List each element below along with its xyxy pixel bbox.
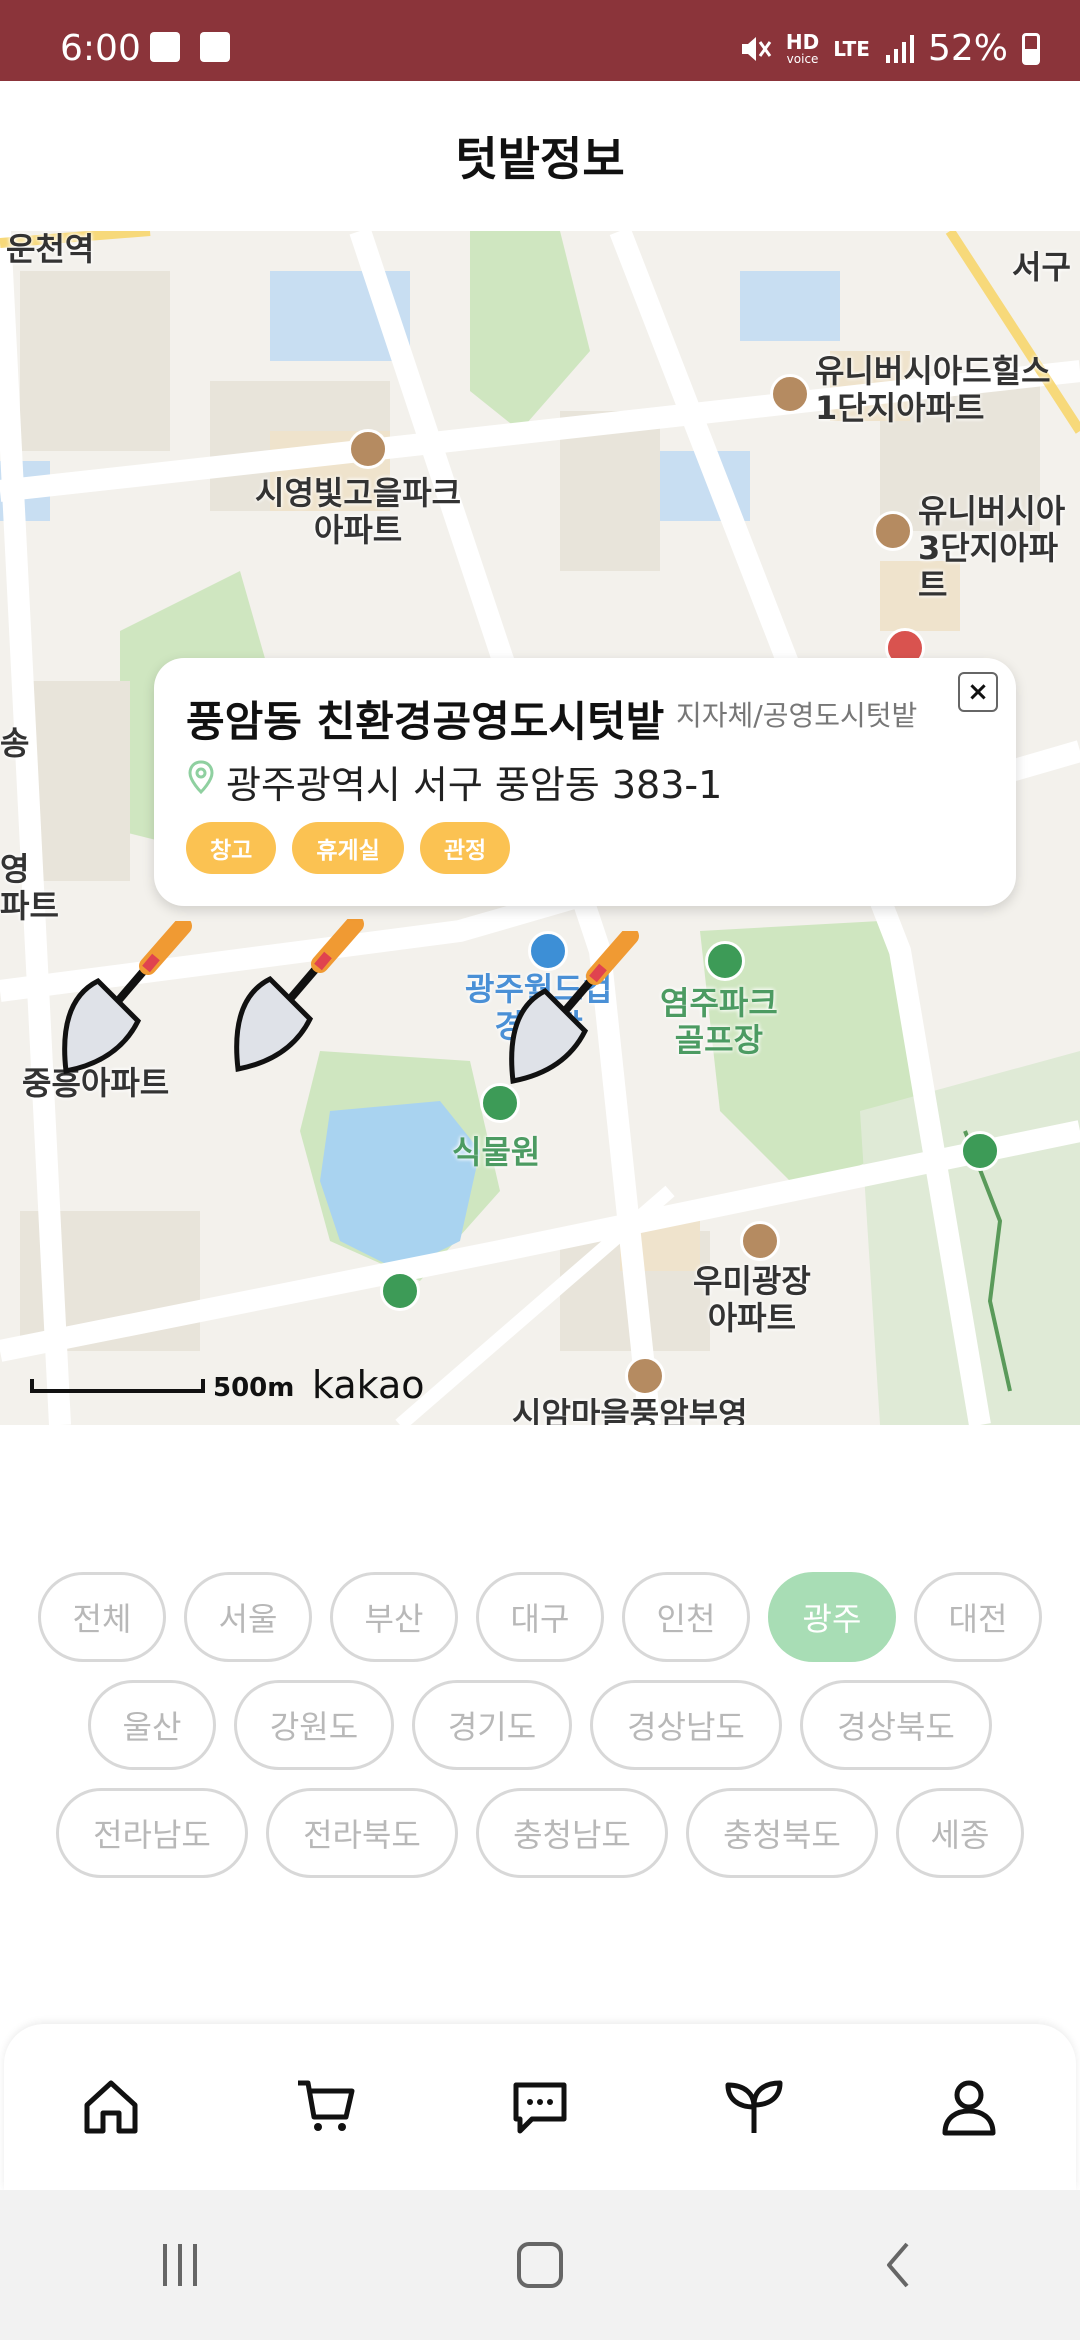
region-chip-gyeongnam[interactable]: 경상남도 [590, 1680, 782, 1770]
garden-name: 풍암동 친환경공영도시텃밭 [186, 697, 665, 746]
battery-icon [1022, 32, 1040, 65]
sprout-icon [725, 2080, 783, 2133]
region-filter: 전체 서울 부산 대구 인천 광주 대전 울산 강원도 경기도 경상남도 경상북… [0, 1572, 1080, 1896]
gallery-notification-icon [150, 32, 180, 62]
nav-profile[interactable] [929, 2067, 1009, 2147]
signal-icon [885, 34, 914, 63]
region-chip-jeonbuk[interactable]: 전라북도 [266, 1788, 458, 1878]
garden-category: 지자체/공영도시텃밭 [676, 699, 918, 732]
back-button[interactable] [870, 2235, 930, 2295]
map-label-botanical: 식물원 [452, 1133, 541, 1171]
map-label-apartment: 유니버시아드힐스 1단지아파트 [815, 352, 1051, 427]
apartment-poi-icon[interactable] [770, 374, 810, 414]
garden-info-popup[interactable]: 풍암동 친환경공영도시텃밭 지자체/공영도시텃밭 × 광주광역시 서구 풍암동 … [154, 658, 1016, 906]
back-chevron-icon [887, 2242, 909, 2288]
map-label-station: 운천역 [6, 231, 95, 268]
facility-tag: 관정 [419, 822, 511, 874]
home-square-icon [517, 2242, 563, 2288]
map-label-bottom: 시암마을풍암부영 [512, 1395, 748, 1425]
mute-icon [741, 36, 772, 61]
region-row: 전체 서울 부산 대구 인천 광주 대전 [0, 1572, 1080, 1662]
garden-marker-trowel-icon[interactable] [505, 931, 645, 1091]
region-chip-gyeonggi[interactable]: 경기도 [412, 1680, 572, 1770]
chat-icon [513, 2082, 567, 2134]
garden-marker-trowel-icon[interactable] [58, 921, 198, 1081]
check-notification-icon [200, 32, 230, 62]
facility-tag: 휴게실 [292, 822, 404, 874]
region-chip-incheon[interactable]: 인천 [622, 1572, 750, 1662]
region-chip-chungbuk[interactable]: 충청북도 [686, 1788, 878, 1878]
nav-chat[interactable] [500, 2067, 580, 2147]
garden-marker-trowel-icon[interactable] [230, 919, 370, 1079]
lte-label: LTE [833, 36, 870, 61]
map-label-apartment: 시영빛고을파크 아파트 [255, 474, 462, 549]
region-chip-ulsan[interactable]: 울산 [88, 1680, 216, 1770]
app-header: 텃밭정보 [0, 81, 1080, 231]
map-label-top-right: 서구 [1012, 248, 1071, 286]
recent-apps-button[interactable] [150, 2235, 210, 2295]
map-scale-bar [30, 1379, 205, 1393]
region-chip-all[interactable]: 전체 [38, 1572, 166, 1662]
region-chip-gyeongbuk[interactable]: 경상북도 [800, 1680, 992, 1770]
region-row: 울산 강원도 경기도 경상남도 경상북도 [0, 1680, 1080, 1770]
nav-cart[interactable] [286, 2067, 366, 2147]
region-chip-daegu[interactable]: 대구 [476, 1572, 604, 1662]
system-navigation-bar [0, 2190, 1080, 2340]
home-icon [84, 2080, 138, 2134]
recent-apps-icon [163, 2244, 197, 2286]
region-chip-gangwon[interactable]: 강원도 [234, 1680, 394, 1770]
location-pin-icon [188, 760, 214, 794]
kakao-logo: kakao [312, 1363, 425, 1407]
apartment-poi-icon[interactable] [625, 1356, 665, 1396]
profile-icon [942, 2080, 996, 2136]
map-label-left: 송 [0, 724, 30, 762]
region-chip-seoul[interactable]: 서울 [184, 1572, 312, 1662]
status-time: 6:00 [60, 28, 141, 69]
region-chip-busan[interactable]: 부산 [330, 1572, 458, 1662]
apartment-poi-icon[interactable] [873, 511, 913, 551]
hd-label: HD [785, 29, 820, 54]
region-chip-chungnam[interactable]: 충청남도 [476, 1788, 668, 1878]
region-chip-jeonnam[interactable]: 전라남도 [56, 1788, 248, 1878]
region-chip-daejeon[interactable]: 대전 [914, 1572, 1042, 1662]
map-label-apartment: 유니버시아 3단지아파트 [918, 492, 1066, 604]
garden-address: 광주광역시 서구 풍암동 383-1 [226, 763, 723, 807]
trail-poi-icon[interactable] [960, 1131, 1000, 1171]
region-row: 전라남도 전라북도 충청남도 충청북도 세종 [0, 1788, 1080, 1878]
apartment-poi-icon[interactable] [740, 1221, 780, 1261]
region-chip-gwangju[interactable]: 광주 [768, 1572, 896, 1662]
facility-tags: 창고 휴게실 관정 [186, 822, 511, 874]
status-bar: 6:00 HD voice LTE 52% [0, 0, 1080, 81]
facility-tag: 창고 [186, 822, 277, 874]
battery-percent: 52% [927, 28, 1008, 69]
map-scale-label: 500m [213, 1373, 295, 1403]
nav-garden[interactable] [714, 2067, 794, 2147]
region-chip-sejong[interactable]: 세종 [896, 1788, 1024, 1878]
golf-poi-icon[interactable] [705, 941, 745, 981]
map-label-golf: 염주파크 골프장 [660, 984, 778, 1059]
voice-label: voice [786, 51, 819, 66]
cart-icon [297, 2080, 355, 2131]
map-label-left: 영 파트 [0, 850, 59, 925]
map-label-apartment: 우미광장 아파트 [693, 1262, 811, 1337]
apartment-poi-icon[interactable] [348, 429, 388, 469]
trail-poi-icon[interactable] [380, 1271, 420, 1311]
close-icon[interactable]: × [958, 672, 998, 712]
bottom-navigation [4, 2024, 1076, 2190]
nav-home[interactable] [71, 2067, 151, 2147]
home-system-button[interactable] [510, 2235, 570, 2295]
page-title: 텃밭정보 [455, 132, 625, 186]
